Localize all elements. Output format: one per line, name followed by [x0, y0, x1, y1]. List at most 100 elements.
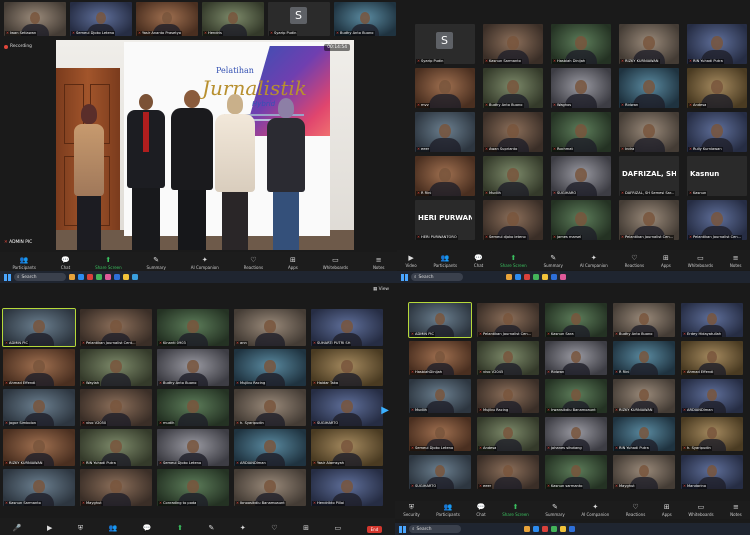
participant-tile[interactable]: ✕Mujibu Racing	[234, 349, 306, 386]
taskbar-search[interactable]: ⌕ Search	[409, 525, 461, 533]
participant-tile[interactable]: ✕Irwansikdiu Banamoaunt	[545, 379, 607, 413]
participant-tile[interactable]: S ✕Syarip Pudin	[268, 2, 330, 36]
participant-tile[interactable]: ✕Mujibu Racing	[477, 379, 539, 413]
taskbar-app-icon[interactable]	[87, 274, 93, 280]
control-icon[interactable]: ▶	[47, 524, 52, 533]
taskbar-app-icon[interactable]	[123, 274, 129, 280]
participant-tile[interactable]: S ✕Syarip Pudin	[415, 24, 475, 64]
control-share-screen-button[interactable]: ⬆ Share Screen	[95, 256, 122, 270]
windows-start-icon[interactable]	[399, 525, 406, 533]
control-ai-companion-button[interactable]: ✦ AI Companion	[580, 254, 608, 268]
control-icon[interactable]: ▭	[334, 524, 341, 533]
participant-tile[interactable]: ✕james marsel	[551, 200, 611, 240]
main-speaker-video[interactable]: Pelatihan Jurnalistik Hybrid 00:14:54	[56, 40, 354, 250]
participant-tile[interactable]: ✕Mudlih	[409, 379, 471, 413]
control-summary-button[interactable]: ✎ Summary	[545, 503, 564, 517]
taskbar-app-icon[interactable]	[560, 526, 566, 532]
taskbar-app-icon[interactable]	[69, 274, 75, 280]
participant-tile[interactable]: ✕vivo V2045	[477, 341, 539, 375]
participant-tile[interactable]: ✕Ridwan	[619, 68, 679, 108]
taskbar-app-icon[interactable]	[533, 526, 539, 532]
taskbar-app-icon[interactable]	[506, 274, 512, 280]
control-share-screen-button[interactable]: ⬆ Share Screen	[500, 254, 527, 268]
participant-tile[interactable]: ✕Iwan Setiawan	[4, 2, 66, 36]
participant-tile[interactable]: ✕Hendris	[202, 2, 264, 36]
participant-tile[interactable]: ✕Semeul Djoko Leteno	[70, 2, 132, 36]
participant-tile[interactable]: ✕Rully Kurniawan	[687, 112, 747, 152]
taskbar-app-icon[interactable]	[515, 274, 521, 280]
participant-tile[interactable]: ✕Conrading to poda	[157, 469, 229, 506]
participant-tile[interactable]: ✕Budhy Anto Buono	[334, 2, 396, 36]
participant-tile[interactable]: ✕R Rini	[613, 341, 675, 375]
control-security-button[interactable]: ⛨ Security	[403, 503, 419, 517]
participant-tile[interactable]: ✕ADMIN PIC	[408, 302, 472, 338]
participant-tile[interactable]: ✕SUGIHARTO	[409, 455, 471, 489]
participant-tile[interactable]: ✕eeer	[477, 455, 539, 489]
taskbar-app-icon[interactable]	[524, 526, 530, 532]
control-apps-button[interactable]: ⊞ Apps	[661, 254, 671, 268]
taskbar-app-icon[interactable]	[78, 274, 84, 280]
control-notes-button[interactable]: ≡ Notes	[373, 256, 385, 270]
participant-tile[interactable]: ✕Kasnun sarmanto	[545, 455, 607, 489]
participant-tile[interactable]: ✕h. Syaripudin	[234, 389, 306, 426]
control-summary-button[interactable]: ✎ Summary	[147, 256, 166, 270]
participant-tile[interactable]: ✕Ahmad Effendi	[681, 341, 743, 375]
control-video-button[interactable]: ▶ Video	[405, 254, 416, 268]
participant-tile[interactable]: ✕ARDIANDIman	[681, 379, 743, 413]
taskbar-app-icon[interactable]	[560, 274, 566, 280]
next-page-arrow[interactable]: ▶	[381, 405, 389, 416]
participant-tile[interactable]: ✕Kinanti 0903	[157, 309, 229, 346]
participant-tile[interactable]: ✕Semeul Djoko Leteno	[157, 429, 229, 466]
control-icon[interactable]: ⊞	[303, 524, 309, 533]
control-chat-button[interactable]: 💬 Chat	[476, 503, 485, 517]
participant-tile[interactable]: ✕eeer	[415, 112, 475, 152]
control-share-screen-button[interactable]: ⬆ Share Screen	[502, 503, 529, 517]
participant-tile[interactable]: ✕Andesa	[687, 68, 747, 108]
participant-tile[interactable]: ✕R Rini	[415, 156, 475, 196]
participant-tile[interactable]: ✕Kasnun Sarmanto	[3, 469, 75, 506]
windows-start-icon[interactable]	[4, 273, 11, 281]
taskbar-search[interactable]: ⌕ Search	[411, 273, 463, 281]
participant-tile[interactable]: ✕Mayghut	[613, 455, 675, 489]
taskbar-app-icon[interactable]	[542, 526, 548, 532]
participant-tile[interactable]: ✕RIN Yuhadi Putra	[687, 24, 747, 64]
taskbar-app-icon[interactable]	[551, 526, 557, 532]
participant-tile[interactable]: ✕Rochmat	[551, 112, 611, 152]
participant-tile[interactable]: ✕RIZKY KURNIAWAN	[619, 24, 679, 64]
control-icon[interactable]: ✎	[209, 524, 215, 533]
control-icon[interactable]: ♡	[271, 524, 277, 533]
control-ai-companion-button[interactable]: ✦ AI Companion	[581, 503, 609, 517]
participant-tile[interactable]: ✕mvv	[415, 68, 475, 108]
participant-tile[interactable]: ✕Pelantikan Journalist Cent...	[80, 309, 152, 346]
view-button[interactable]: ▦ View	[373, 287, 389, 292]
participant-tile[interactable]: ✕h. Syaripudin	[681, 417, 743, 451]
participant-tile[interactable]: ✕Yasir Ananto Prasetyo	[136, 2, 198, 36]
control-reactions-button[interactable]: ♡ Reactions	[625, 254, 644, 268]
taskbar-app-icon[interactable]	[551, 274, 557, 280]
participant-tile[interactable]: ✕Ridwan	[545, 341, 607, 375]
control-whiteboards-button[interactable]: ▭ Whiteboards	[688, 254, 713, 268]
control-whiteboards-button[interactable]: ▭ Whiteboards	[323, 256, 348, 270]
participant-tile[interactable]: ✕Semeul Djoko Leteno	[409, 417, 471, 451]
control-chat-button[interactable]: 💬 Chat	[61, 256, 70, 270]
participant-tile[interactable]: ✕Awan Suprianto	[483, 112, 543, 152]
participant-tile[interactable]: ✕Semeul djoko leteno	[483, 200, 543, 240]
taskbar-search[interactable]: ⌕ Search	[14, 273, 66, 281]
participant-tile[interactable]: ✕Waghos	[551, 68, 611, 108]
participant-tile[interactable]: ✕Hendrikto Pillai	[311, 469, 383, 506]
participant-tile[interactable]: ✕Mudlih	[483, 156, 543, 196]
participant-tile[interactable]: ✕SUHARTI PUTRI SH	[311, 309, 383, 346]
control-participants-button[interactable]: 👥 Participants	[12, 256, 36, 270]
control-icon[interactable]: ⛨	[78, 524, 83, 533]
control-notes-button[interactable]: ≡ Notes	[730, 254, 742, 268]
taskbar-app-icon[interactable]	[533, 274, 539, 280]
taskbar-app-icon[interactable]	[569, 526, 575, 532]
participant-tile[interactable]: DAFRIZAL, SH S... ✕DAFRIZAL, SH Semesl Sa…	[619, 156, 679, 196]
taskbar-app-icon[interactable]	[524, 274, 530, 280]
participant-tile[interactable]: ✕Budhy Anto Buono	[613, 303, 675, 337]
participant-tile[interactable]: ✕RIN Yuhadi Putra	[80, 429, 152, 466]
control-icon[interactable]: 💬	[143, 524, 152, 533]
control-apps-button[interactable]: ⊞ Apps	[662, 503, 672, 517]
participant-tile[interactable]: ✕RIZKY KURNIAWAN	[613, 379, 675, 413]
control-participants-button[interactable]: 👥 Participants	[434, 254, 458, 268]
